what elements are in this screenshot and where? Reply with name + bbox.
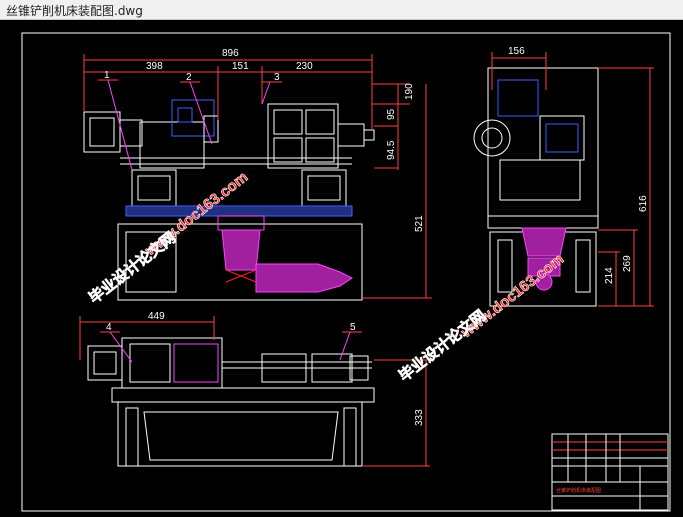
window-title-bar: 丝锥铲削机床装配图.dwg — [0, 0, 683, 20]
dim-bottom-width: 449 — [148, 311, 165, 322]
dim-side-width: 156 — [508, 46, 525, 57]
dim-mid-width: 151 — [232, 61, 249, 72]
cad-drawing[interactable]: 896 398 151 230 190 95 94.5 521 1 2 3 15… — [0, 20, 683, 513]
part-label-1: 1 — [104, 70, 110, 81]
watermark-name-1: 毕业设计论文网 — [85, 228, 179, 307]
dim-side-height-616: 616 — [638, 195, 649, 212]
dim-bottom-height: 333 — [414, 409, 425, 426]
window-title: 丝锥铲削机床装配图.dwg — [6, 4, 143, 18]
dim-side-height-269: 269 — [622, 255, 633, 272]
dim-side-height-214: 214 — [604, 267, 615, 284]
dim-height-945: 94.5 — [386, 140, 397, 160]
front-dimension-text: 896 398 151 230 190 95 94.5 521 1 2 3 — [104, 48, 425, 232]
part-label-4: 4 — [106, 322, 112, 333]
bottom-view — [87, 337, 375, 467]
dim-right-width: 230 — [296, 61, 313, 72]
drawing-canvas[interactable]: 896 398 151 230 190 95 94.5 521 1 2 3 15… — [0, 20, 683, 513]
part-label-5: 5 — [350, 322, 356, 333]
dim-left-width: 398 — [146, 61, 163, 72]
dim-height-95: 95 — [386, 108, 397, 120]
title-block — [551, 433, 669, 511]
title-block-caption: 丝锥铲削机床装配图 — [556, 487, 601, 494]
watermark-name-2: 毕业设计论文网 — [395, 306, 489, 385]
part-label-2: 2 — [186, 72, 192, 83]
dim-overall-width: 896 — [222, 48, 239, 59]
dim-height-521: 521 — [414, 215, 425, 232]
dim-top-height: 190 — [404, 83, 415, 100]
part-label-3: 3 — [274, 72, 280, 83]
